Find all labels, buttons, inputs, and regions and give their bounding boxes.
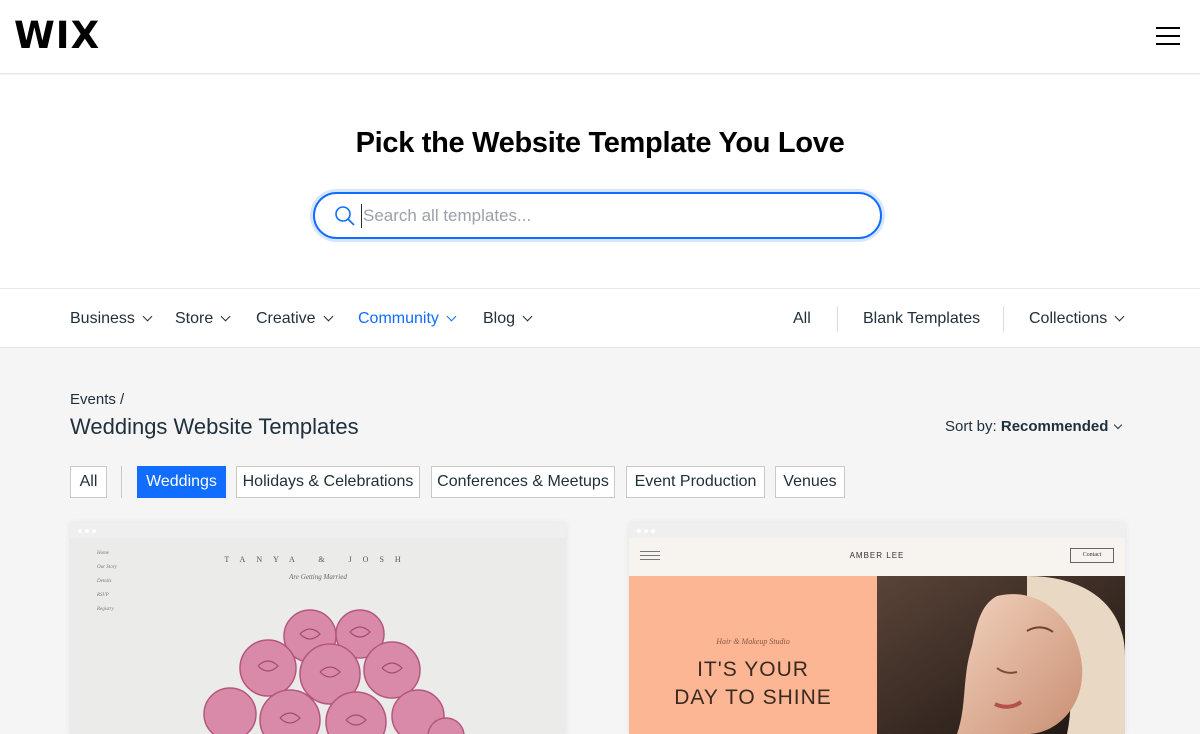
preview-menu-item: Registry bbox=[97, 607, 114, 612]
page-heading: Pick the Website Template You Love bbox=[355, 127, 845, 159]
filter-divider bbox=[121, 466, 122, 498]
window-dot bbox=[644, 529, 648, 533]
window-dot bbox=[637, 529, 641, 533]
nav-blank-templates[interactable]: Blank Templates bbox=[863, 309, 980, 329]
window-dot bbox=[85, 529, 89, 533]
nav-collections-label: Collections bbox=[1029, 310, 1108, 327]
filter-chip-venues[interactable]: Venues bbox=[775, 466, 845, 498]
preview-headline: IT'S YOUR DAY TO SHINE bbox=[629, 656, 877, 712]
nav-all[interactable]: All bbox=[793, 309, 811, 329]
chevron-down-icon bbox=[446, 311, 457, 322]
search-icon bbox=[335, 206, 355, 226]
nav-store[interactable]: Store bbox=[175, 309, 231, 329]
chevron-down-icon bbox=[1114, 420, 1123, 430]
model-portrait-image bbox=[877, 576, 1125, 734]
filter-chip-event-production[interactable]: Event Production bbox=[626, 466, 765, 498]
top-header: WIX bbox=[0, 0, 1200, 74]
search-box[interactable] bbox=[313, 192, 882, 239]
preview-menu-item: Details bbox=[97, 579, 112, 584]
preview-brand: AMBER LEE bbox=[849, 551, 905, 560]
template-card-tanya-josh[interactable]: Home Our Story Details RSVP Registry TAN… bbox=[70, 523, 566, 734]
portrait-illustration bbox=[877, 576, 1125, 734]
filter-chip-holidays[interactable]: Holidays & Celebrations bbox=[236, 466, 420, 498]
nav-creative[interactable]: Creative bbox=[256, 309, 334, 329]
nav-community[interactable]: Community bbox=[358, 309, 457, 329]
section-title: Weddings Website Templates bbox=[70, 414, 359, 439]
browser-bar bbox=[629, 523, 1125, 538]
preview-menu-item: RSVP bbox=[97, 593, 109, 598]
category-nav: Business Store Creative Community Blog A… bbox=[0, 288, 1200, 348]
nav-store-label: Store bbox=[175, 310, 214, 327]
nav-collections[interactable]: Collections bbox=[1029, 309, 1125, 329]
nav-business[interactable]: Business bbox=[70, 309, 153, 329]
nav-business-label: Business bbox=[70, 310, 135, 327]
preview-header: AMBER LEE Contact bbox=[629, 538, 1125, 576]
preview-kicker: Hair & Makeup Studio bbox=[716, 637, 790, 646]
breadcrumb[interactable]: Events / bbox=[70, 391, 124, 408]
preview-hero-panel: Hair & Makeup Studio IT'S YOUR DAY TO SH… bbox=[629, 576, 877, 734]
search-input[interactable] bbox=[361, 204, 841, 228]
nav-divider bbox=[837, 306, 838, 332]
peony-bouquet-image bbox=[203, 609, 465, 734]
preview-subtitle: Are Getting Married bbox=[289, 573, 347, 581]
filter-chip-all[interactable]: All bbox=[70, 466, 107, 498]
chevron-down-icon bbox=[1114, 311, 1125, 322]
sort-value: Recommended bbox=[1000, 418, 1109, 435]
window-dot bbox=[92, 529, 96, 533]
sort-label: Sort by: bbox=[945, 418, 997, 435]
browser-bar bbox=[70, 523, 566, 538]
chevron-down-icon bbox=[323, 311, 334, 322]
preview-headline-line: IT'S YOUR bbox=[697, 658, 809, 681]
window-dot bbox=[651, 529, 655, 533]
nav-divider bbox=[1003, 306, 1004, 332]
template-preview: Home Our Story Details RSVP Registry TAN… bbox=[70, 538, 566, 734]
template-card-amber-lee[interactable]: AMBER LEE Contact Hair & Makeup Studio I… bbox=[629, 523, 1125, 734]
filter-chip-conferences[interactable]: Conferences & Meetups bbox=[431, 466, 615, 498]
chevron-down-icon bbox=[522, 311, 533, 322]
hamburger-menu-icon[interactable] bbox=[1156, 24, 1180, 48]
preview-couple-names: TANYA & JOSH bbox=[224, 555, 412, 564]
hero-section: Pick the Website Template You Love bbox=[0, 75, 1200, 288]
chevron-down-icon bbox=[142, 311, 153, 322]
preview-contact-button: Contact bbox=[1070, 548, 1114, 563]
nav-blog-label: Blog bbox=[483, 310, 516, 327]
sort-dropdown[interactable]: Sort by: Recommended bbox=[945, 418, 1123, 435]
window-dot bbox=[78, 529, 82, 533]
wix-logo[interactable]: WIX bbox=[14, 14, 100, 58]
chevron-down-icon bbox=[220, 311, 231, 322]
nav-community-label: Community bbox=[358, 310, 439, 327]
nav-creative-label: Creative bbox=[256, 310, 316, 327]
preview-headline-line: DAY TO SHINE bbox=[674, 686, 832, 709]
nav-blog[interactable]: Blog bbox=[483, 309, 533, 329]
filter-chip-weddings[interactable]: Weddings bbox=[137, 466, 226, 498]
